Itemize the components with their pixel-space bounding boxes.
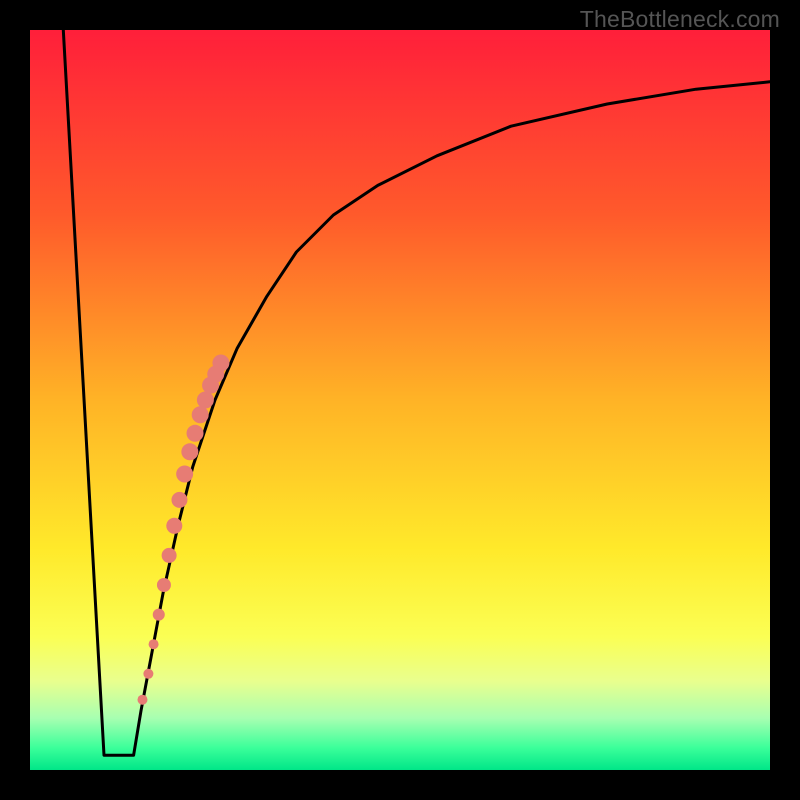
plot-area (30, 30, 770, 770)
marker-dot (171, 492, 187, 508)
marker-dot (143, 669, 153, 679)
chart-svg (30, 30, 770, 770)
marker-dot (181, 443, 198, 460)
marker-dot (187, 425, 204, 442)
marker-dot (192, 406, 209, 423)
watermark-text: TheBottleneck.com (580, 6, 780, 33)
marker-dot (149, 639, 159, 649)
chart-frame: TheBottleneck.com (0, 0, 800, 800)
marker-dot (166, 518, 182, 534)
marker-dot (162, 548, 177, 563)
marker-dot (137, 695, 147, 705)
marker-dot (197, 392, 214, 409)
marker-dot (212, 355, 229, 372)
gradient-background (30, 30, 770, 770)
marker-dot (176, 466, 193, 483)
marker-dot (153, 609, 165, 621)
marker-dot (157, 578, 171, 592)
